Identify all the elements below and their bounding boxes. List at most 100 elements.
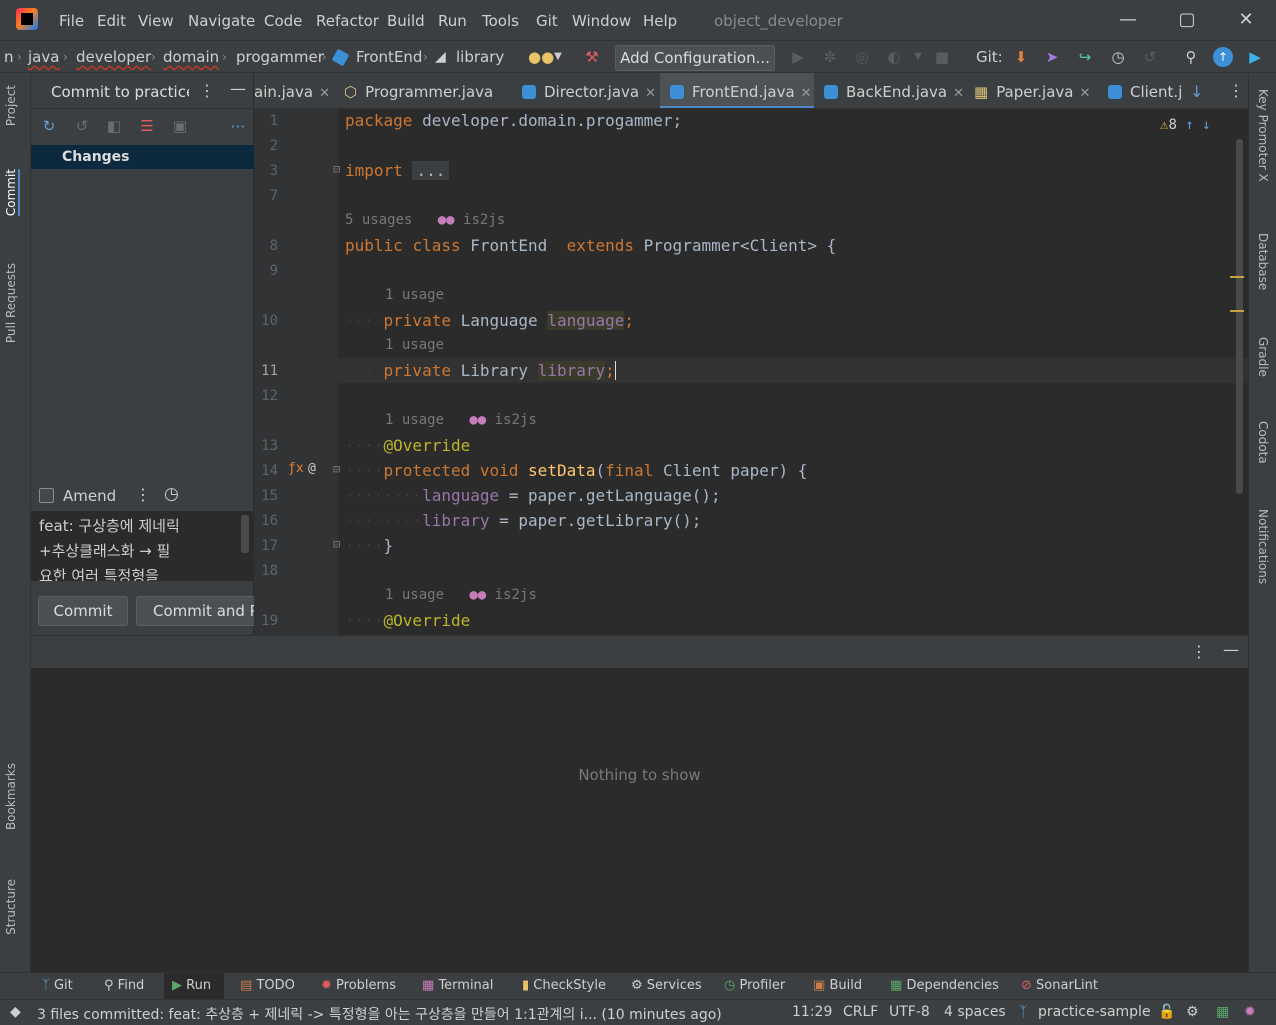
tool-services[interactable]: ⚙ Services xyxy=(631,978,702,993)
menu-edit[interactable]: Edit xyxy=(97,12,126,30)
commit-and-push-button[interactable]: Commit and Push... xyxy=(136,596,266,626)
git-push-icon[interactable]: ➤ xyxy=(1042,47,1062,67)
run-icon[interactable]: ▶ xyxy=(788,47,808,67)
tool-dependencies[interactable]: ▦ Dependencies xyxy=(890,978,999,993)
group-by-icon[interactable]: ☰ xyxy=(138,117,156,135)
refresh-icon[interactable]: ↻ xyxy=(40,117,58,135)
chevron-down-icon[interactable]: ▼ xyxy=(548,47,568,67)
close-icon[interactable]: ✕ xyxy=(1234,8,1258,32)
tool-checkstyle[interactable]: ▮ CheckStyle xyxy=(522,978,606,993)
lock-icon[interactable]: 🔓 xyxy=(1158,1004,1175,1020)
file-encoding[interactable]: UTF-8 xyxy=(889,1004,930,1020)
tool-build[interactable]: ▣ Build xyxy=(813,978,862,993)
menu-tools[interactable]: Tools xyxy=(482,12,519,30)
commit-button[interactable]: Commit xyxy=(38,596,128,626)
fold-icon[interactable]: ⊟ xyxy=(333,537,340,551)
tab-client-java[interactable]: Client.j xyxy=(1108,73,1188,108)
menu-run[interactable]: Run xyxy=(438,12,467,30)
menu-build[interactable]: Build xyxy=(387,12,425,30)
codota-icon[interactable]: ▶ xyxy=(1245,47,1265,67)
tool-profiler[interactable]: ◷ Profiler xyxy=(724,978,785,993)
terminal-status-icon[interactable]: ▦ xyxy=(1216,1004,1229,1020)
close-tab-icon[interactable]: ✕ xyxy=(1080,86,1091,101)
tab-programmer-java[interactable]: ⬡ Programmer.java xyxy=(344,73,504,108)
tab-key-promoter[interactable]: Key Promoter X xyxy=(1256,89,1270,182)
status-message[interactable]: 3 files committed: feat: 추상층 + 제네릭 -> 특정… xyxy=(37,1004,757,1024)
changes-node[interactable]: Changes xyxy=(31,145,254,169)
bug-icon[interactable]: ✹ xyxy=(1244,1004,1256,1020)
fold-icon[interactable]: ⊟ xyxy=(333,462,340,476)
git-branch[interactable]: practice-sample xyxy=(1038,1004,1151,1020)
clock-icon[interactable]: ◷ xyxy=(164,484,179,504)
editor-scrollbar[interactable] xyxy=(1236,139,1243,494)
breadcrumb-developer[interactable]: developer xyxy=(76,48,151,66)
menu-navigate[interactable]: Navigate xyxy=(188,12,255,30)
tab-commit[interactable]: Commit xyxy=(4,169,20,217)
commit-message-scrollbar[interactable] xyxy=(241,515,249,553)
commit-message-input[interactable]: feat: 구상층에 제네릭 +추상클래스화 → 필 요한 여러 특정형을 xyxy=(31,511,254,581)
intellij-logo-icon[interactable] xyxy=(16,8,38,30)
tool-find[interactable]: ⚲ Find xyxy=(104,978,144,993)
tab-gradle[interactable]: Gradle xyxy=(1256,337,1270,377)
rollback-icon[interactable]: ↺ xyxy=(73,117,91,135)
stop-icon[interactable]: ■ xyxy=(932,47,952,67)
tool-todo[interactable]: ▤ TODO xyxy=(240,978,295,993)
usages-hint[interactable]: 5 usages ●● is2js xyxy=(345,212,505,228)
layers-icon[interactable]: ◆ xyxy=(10,1004,21,1020)
more-options-icon[interactable]: ⋮ xyxy=(199,81,215,100)
debug-icon[interactable]: ✼ xyxy=(820,47,840,67)
tab-bookmarks[interactable]: Bookmarks xyxy=(4,763,18,830)
minimize-icon[interactable]: — xyxy=(1116,8,1140,32)
tabs-more-icon[interactable]: ⋮ xyxy=(1228,81,1244,100)
breadcrumb-java[interactable]: java xyxy=(28,48,59,66)
maximize-icon[interactable]: ▢ xyxy=(1175,8,1199,32)
menu-view[interactable]: View xyxy=(138,12,174,30)
folded-imports[interactable]: ... xyxy=(412,161,450,180)
caret-position[interactable]: 11:29 xyxy=(792,1004,832,1020)
tab-paper-java[interactable]: ▦ Paper.java ✕ xyxy=(974,73,1114,108)
line-separator[interactable]: CRLF xyxy=(843,1004,878,1020)
override-gutter-icon[interactable]: @ xyxy=(308,461,316,476)
breadcrumb-frontend[interactable]: FrontEnd xyxy=(356,48,422,66)
menu-file[interactable]: File xyxy=(59,12,84,30)
breadcrumb-domain[interactable]: domain xyxy=(163,48,219,66)
error-stripe-mark[interactable] xyxy=(1230,276,1244,278)
amend-checkbox[interactable] xyxy=(39,488,54,503)
git-update-icon[interactable]: ⬇ xyxy=(1011,47,1031,67)
tab-codota[interactable]: Codota xyxy=(1256,421,1270,464)
code-editor[interactable]: 1 2 3 7 8 9 10 11 12 13 14 15 16 17 18 1… xyxy=(254,109,1248,635)
rollback-icon[interactable]: ↺ xyxy=(1140,47,1160,67)
coverage-icon[interactable]: ◎ xyxy=(852,47,872,67)
tab-project[interactable]: Project xyxy=(4,85,18,126)
menu-git[interactable]: Git xyxy=(536,12,558,30)
tab-frontend-java[interactable]: FrontEnd.java ✕ xyxy=(660,73,814,108)
build-hammer-icon[interactable]: ⚒ xyxy=(582,47,602,67)
usages-hint[interactable]: 1 usage xyxy=(385,337,444,353)
breadcrumb-progammer[interactable]: progammer xyxy=(236,48,324,66)
hide-panel-icon[interactable]: — xyxy=(1223,640,1239,659)
tab-pull-requests[interactable]: Pull Requests xyxy=(4,263,18,343)
update-icon[interactable]: ↑ xyxy=(1213,47,1233,67)
menu-window[interactable]: Window xyxy=(572,12,631,30)
tab-structure[interactable]: Structure xyxy=(4,879,18,935)
menu-refactor[interactable]: Refactor xyxy=(316,12,379,30)
implements-gutter-icon[interactable]: ƒx xyxy=(288,461,304,476)
error-stripe-mark[interactable] xyxy=(1230,310,1244,312)
usages-hint[interactable]: 1 usage ●● is2js xyxy=(385,412,537,428)
tool-terminal[interactable]: ▦ Terminal xyxy=(422,978,493,993)
tool-sonarlint[interactable]: ⊘ SonarLint xyxy=(1021,978,1098,993)
usages-hint[interactable]: 1 usage ●● is2js xyxy=(385,587,537,603)
tab-main-java[interactable]: ain.java ✕ xyxy=(254,73,334,108)
users-icon[interactable]: ●● xyxy=(528,47,554,67)
tool-run[interactable]: ▶ Run xyxy=(164,973,224,1000)
hide-panel-icon[interactable]: — xyxy=(230,79,246,98)
tab-backend-java[interactable]: BackEnd.java ✕ xyxy=(824,73,964,108)
diff-icon[interactable]: ◧ xyxy=(105,117,123,135)
shelve-icon[interactable]: ▣ xyxy=(171,117,189,135)
close-tab-icon[interactable]: ✕ xyxy=(801,86,812,101)
tab-database[interactable]: Database xyxy=(1256,233,1270,290)
previous-highlight-icon[interactable]: ↑ xyxy=(1185,117,1193,133)
close-tab-icon[interactable]: ✕ xyxy=(953,86,964,101)
chevron-down-icon[interactable]: ▼ xyxy=(908,47,928,67)
tool-problems[interactable]: ✹ Problems xyxy=(321,978,396,993)
